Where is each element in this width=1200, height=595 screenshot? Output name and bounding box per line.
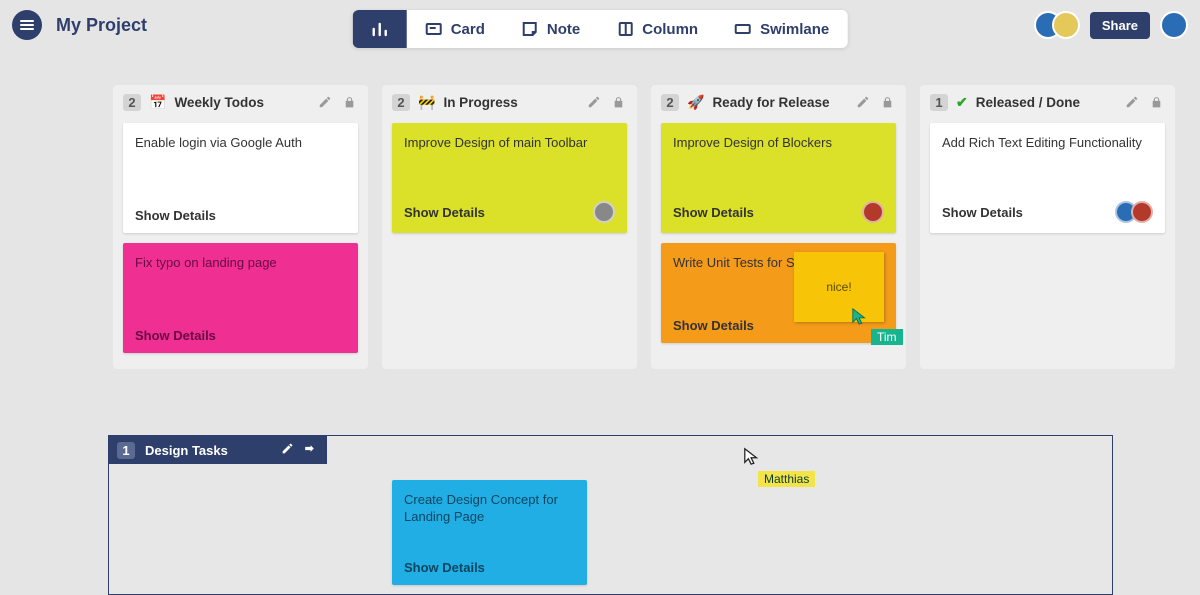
rocket-icon: 🚀 xyxy=(687,94,704,111)
column-title: In Progress xyxy=(443,95,517,110)
edit-icon[interactable] xyxy=(585,93,603,111)
column-header: 2 📅 Weekly Todos xyxy=(113,85,368,119)
show-details-link[interactable]: Show Details xyxy=(135,328,216,343)
lock-icon[interactable] xyxy=(1147,93,1165,111)
collapse-icon[interactable] xyxy=(303,442,319,458)
card-title: Enable login via Google Auth xyxy=(135,135,346,152)
column-actions xyxy=(854,93,896,111)
card-title: Add Rich Text Editing Functionality xyxy=(942,135,1153,152)
card[interactable]: Improve Design of main Toolbar Show Deta… xyxy=(392,123,627,233)
toolbar-note[interactable]: Note xyxy=(503,10,598,48)
top-right-controls: Share xyxy=(1044,11,1188,39)
column-in-progress[interactable]: 2 🚧 In Progress Improve Design of main T… xyxy=(382,85,637,369)
create-toolbar: Card Note Column Swimlane xyxy=(353,10,848,48)
avatar xyxy=(862,201,884,223)
column-header: 1 ✔ Released / Done xyxy=(920,85,1175,119)
presence-avatars[interactable] xyxy=(1044,11,1080,39)
toolbar-label: Swimlane xyxy=(760,21,829,38)
column-actions xyxy=(1123,93,1165,111)
card-title: Create Design Concept for Landing Page xyxy=(404,492,575,526)
card[interactable]: Enable login via Google Auth Show Detail… xyxy=(123,123,358,233)
column-header: 2 🚧 In Progress xyxy=(382,85,637,119)
column-ready-for-release[interactable]: 2 🚀 Ready for Release Improve Design of … xyxy=(651,85,906,369)
toolbar-label: Column xyxy=(642,21,698,38)
edit-icon[interactable] xyxy=(281,442,297,458)
card[interactable]: Improve Design of Blockers Show Details xyxy=(661,123,896,233)
assignee-avatars xyxy=(1121,201,1153,223)
card[interactable]: Fix typo on landing page Show Details xyxy=(123,243,358,353)
show-details-link[interactable]: Show Details xyxy=(673,318,754,333)
column-title: Released / Done xyxy=(976,95,1080,110)
toolbar-stats[interactable] xyxy=(353,10,407,48)
avatar xyxy=(1052,11,1080,39)
card[interactable]: Add Rich Text Editing Functionality Show… xyxy=(930,123,1165,233)
bar-chart-icon xyxy=(371,20,389,38)
column-actions xyxy=(585,93,627,111)
hamburger-icon xyxy=(20,20,34,30)
toolbar-label: Note xyxy=(547,21,580,38)
show-details-link[interactable]: Show Details xyxy=(135,208,216,223)
card-title: Improve Design of main Toolbar xyxy=(404,135,615,152)
avatar xyxy=(1131,201,1153,223)
toolbar-swimlane[interactable]: Swimlane xyxy=(716,10,847,48)
sticky-note[interactable]: nice! xyxy=(794,252,884,322)
share-button[interactable]: Share xyxy=(1090,12,1150,39)
swimlane-icon xyxy=(734,20,752,38)
project-title: My Project xyxy=(56,15,147,36)
toolbar-column[interactable]: Column xyxy=(598,10,716,48)
top-bar: My Project Card Note Column xyxy=(0,0,1200,50)
column-title: Ready for Release xyxy=(712,95,829,110)
show-details-link[interactable]: Show Details xyxy=(942,205,1023,220)
lock-icon[interactable] xyxy=(878,93,896,111)
construction-icon: 🚧 xyxy=(418,94,435,111)
swimlane-actions xyxy=(281,442,319,458)
board: 2 📅 Weekly Todos Enable login via Google… xyxy=(0,85,1200,595)
show-details-link[interactable]: Show Details xyxy=(673,205,754,220)
avatar xyxy=(593,201,615,223)
show-details-link[interactable]: Show Details xyxy=(404,205,485,220)
card-count: 2 xyxy=(392,94,410,111)
lock-icon[interactable] xyxy=(609,93,627,111)
assignee-avatars xyxy=(868,201,884,223)
swimlane-title: Design Tasks xyxy=(145,443,228,458)
columns-row: 2 📅 Weekly Todos Enable login via Google… xyxy=(109,85,1195,369)
assignee-avatars xyxy=(599,201,615,223)
menu-button[interactable] xyxy=(12,10,42,40)
column-title: Weekly Todos xyxy=(174,95,264,110)
toolbar-label: Card xyxy=(451,21,485,38)
sticky-text: nice! xyxy=(826,280,851,294)
card-count: 1 xyxy=(930,94,948,111)
column-icon xyxy=(616,20,634,38)
edit-icon[interactable] xyxy=(1123,93,1141,111)
card-title: Fix typo on landing page xyxy=(135,255,346,272)
lock-icon[interactable] xyxy=(340,93,358,111)
column-released-done[interactable]: 1 ✔ Released / Done Add Rich Text Editin… xyxy=(920,85,1175,369)
card-count: 2 xyxy=(123,94,141,111)
toolbar-card[interactable]: Card xyxy=(407,10,503,48)
edit-icon[interactable] xyxy=(316,93,334,111)
card-title: Improve Design of Blockers xyxy=(673,135,884,152)
column-weekly-todos[interactable]: 2 📅 Weekly Todos Enable login via Google… xyxy=(113,85,368,369)
column-header: 2 🚀 Ready for Release xyxy=(651,85,906,119)
note-icon xyxy=(521,20,539,38)
edit-icon[interactable] xyxy=(854,93,872,111)
card-count: 2 xyxy=(661,94,679,111)
current-user-avatar[interactable] xyxy=(1160,11,1188,39)
column-actions xyxy=(316,93,358,111)
calendar-icon: 📅 xyxy=(149,94,166,111)
card-icon xyxy=(425,20,443,38)
check-icon: ✔ xyxy=(956,94,968,111)
swimlane-card-count: 1 xyxy=(117,442,135,459)
swimlane-design-tasks[interactable]: 1 Design Tasks Create Design Concept for… xyxy=(108,435,1113,595)
swimlane-header: 1 Design Tasks xyxy=(109,436,327,464)
show-details-link[interactable]: Show Details xyxy=(404,560,485,575)
card[interactable]: Create Design Concept for Landing Page S… xyxy=(392,480,587,585)
